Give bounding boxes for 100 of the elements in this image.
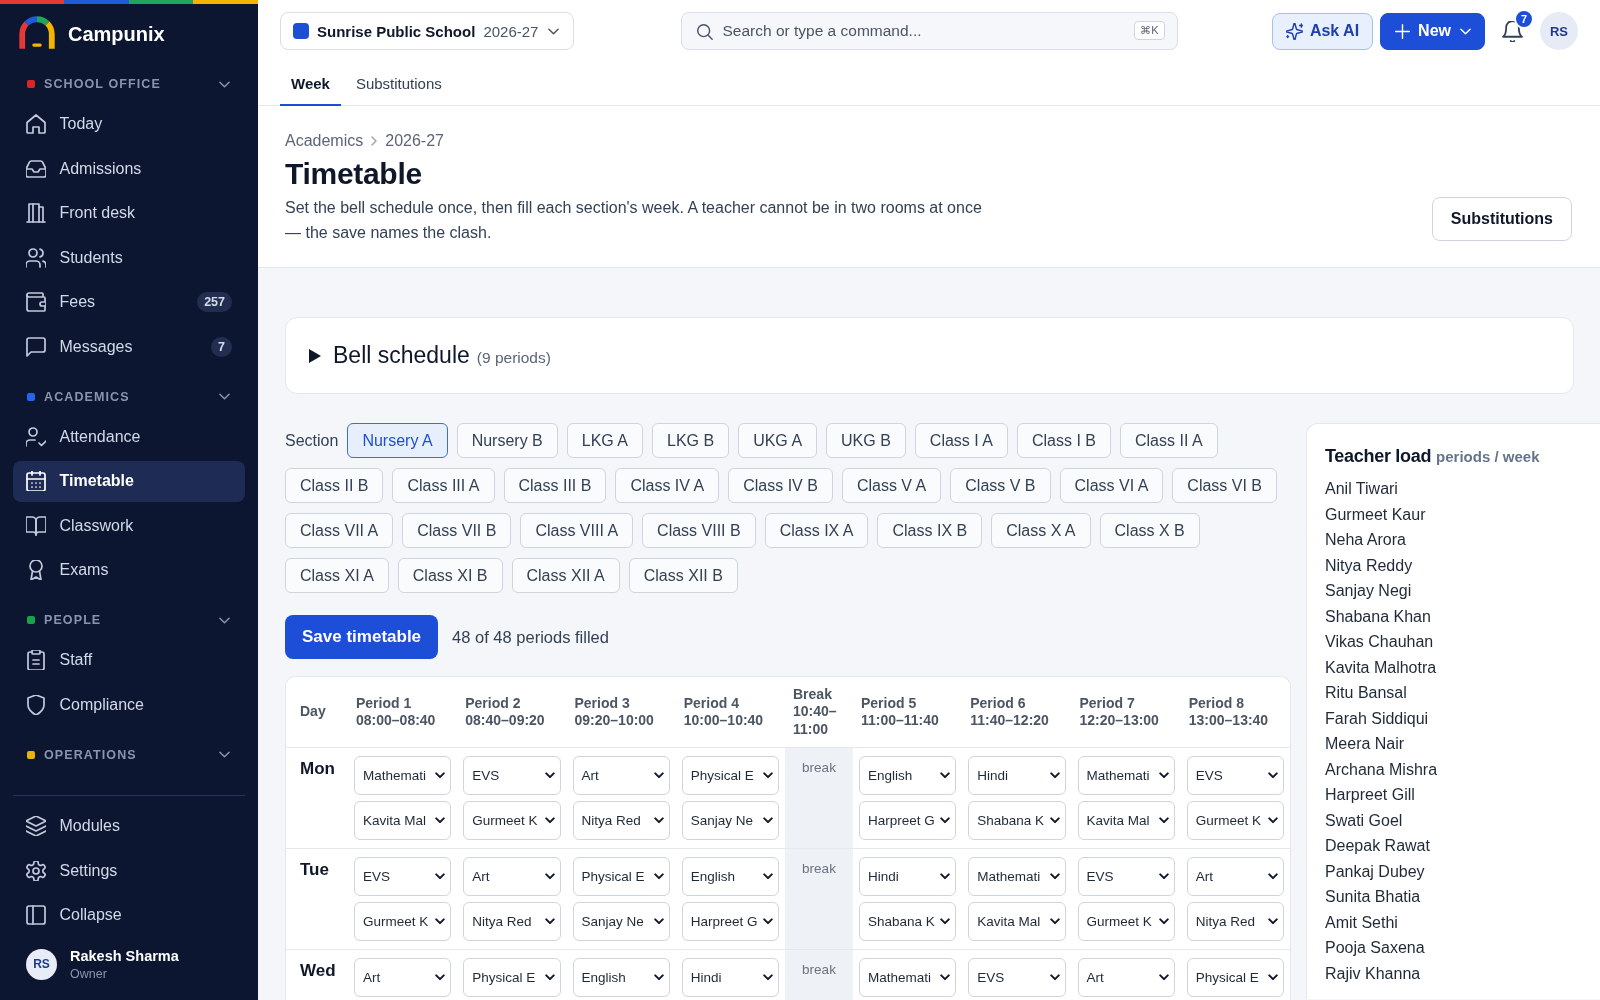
- subject-select[interactable]: EVS: [463, 756, 561, 795]
- new-button[interactable]: New: [1380, 12, 1485, 50]
- teacher-select[interactable]: Gurmeet K: [354, 902, 452, 941]
- nav-item[interactable]: Staff: [13, 639, 245, 681]
- nav-item[interactable]: Settings: [13, 850, 245, 891]
- subject-select[interactable]: EVS: [354, 857, 452, 896]
- section-chip[interactable]: Class II B: [285, 468, 384, 503]
- nav-item[interactable]: Today: [13, 103, 245, 145]
- subject-select[interactable]: Hindi: [968, 756, 1066, 795]
- section-chip[interactable]: Class V A: [841, 468, 942, 503]
- subject-select[interactable]: Mathemati: [1077, 756, 1175, 795]
- section-chip[interactable]: Class XII B: [628, 558, 738, 593]
- subject-select[interactable]: Mathemati: [859, 958, 957, 997]
- nav-item[interactable]: Timetable: [13, 460, 245, 502]
- teacher-select[interactable]: Gurmeet K: [1186, 801, 1284, 840]
- teacher-select[interactable]: Kavita Mal: [354, 801, 452, 840]
- teacher-select[interactable]: Nitya Red: [1186, 902, 1284, 941]
- subject-select[interactable]: Physical E: [1186, 958, 1284, 997]
- section-chip[interactable]: Class III B: [503, 468, 607, 503]
- nav-item[interactable]: Messages 7: [13, 326, 245, 367]
- section-chip[interactable]: Class XI A: [285, 558, 389, 593]
- subject-select[interactable]: EVS: [1186, 756, 1284, 795]
- section-chip[interactable]: Class IV B: [728, 468, 833, 503]
- teacher-select[interactable]: Nitya Red: [463, 902, 561, 941]
- section-chip[interactable]: Class X B: [1099, 513, 1200, 548]
- subject-select[interactable]: Art: [1186, 857, 1284, 896]
- section-chip[interactable]: Class XI B: [397, 558, 503, 593]
- section-chip[interactable]: UKG B: [826, 423, 906, 458]
- section-chip[interactable]: LKG B: [652, 423, 730, 458]
- section-chip[interactable]: Class V B: [950, 468, 1051, 503]
- bell-schedule-panel[interactable]: Bell schedule (9 periods): [285, 317, 1574, 394]
- nav-item[interactable]: Admissions: [13, 148, 245, 189]
- group-header[interactable]: ACADEMICS: [0, 384, 258, 409]
- nav-item[interactable]: Compliance: [13, 684, 245, 725]
- section-chip[interactable]: Class I B: [1017, 423, 1111, 458]
- section-chip[interactable]: Class II A: [1120, 423, 1218, 458]
- teacher-select[interactable]: Kavita Mal: [968, 902, 1066, 941]
- teacher-select[interactable]: Gurmeet K: [463, 801, 561, 840]
- nav-item[interactable]: Attendance: [13, 416, 245, 457]
- tab[interactable]: Substitutions: [344, 62, 453, 106]
- teacher-select[interactable]: Nitya Red: [572, 801, 670, 840]
- school-selector[interactable]: Sunrise Public School 2026-27: [280, 12, 575, 50]
- user-avatar[interactable]: RS: [26, 948, 57, 980]
- subject-select[interactable]: EVS: [1077, 857, 1175, 896]
- section-chip[interactable]: UKG A: [738, 423, 818, 458]
- teacher-select[interactable]: Kavita Mal: [1077, 801, 1175, 840]
- subject-select[interactable]: English: [681, 857, 779, 896]
- teacher-select[interactable]: Shabana K: [968, 801, 1066, 840]
- section-chip[interactable]: Class VI A: [1059, 468, 1164, 503]
- save-button[interactable]: Save timetable: [285, 615, 439, 659]
- teacher-select[interactable]: Harpreet G: [859, 801, 957, 840]
- section-chip[interactable]: Class VIII B: [642, 513, 756, 548]
- subject-select[interactable]: Hindi: [859, 857, 957, 896]
- nav-item[interactable]: Exams: [13, 549, 245, 591]
- bell-icon[interactable]: [1502, 20, 1523, 42]
- ask-ai-button[interactable]: Ask AI: [1271, 12, 1374, 50]
- teacher-select[interactable]: Harpreet G: [681, 902, 779, 941]
- section-chip[interactable]: Nursery A: [347, 423, 448, 458]
- subject-select[interactable]: English: [859, 756, 957, 795]
- subject-select[interactable]: Art: [572, 756, 670, 795]
- substitutions-button[interactable]: Substitutions: [1431, 197, 1572, 241]
- breadcrumb-link[interactable]: Academics: [285, 132, 364, 150]
- nav-item[interactable]: Modules: [13, 805, 245, 847]
- subject-select[interactable]: Mathemati: [968, 857, 1066, 896]
- section-chip[interactable]: LKG A: [566, 423, 643, 458]
- section-chip[interactable]: Nursery B: [456, 423, 558, 458]
- section-chip[interactable]: Class III A: [392, 468, 495, 503]
- section-chip[interactable]: Class IX A: [764, 513, 869, 548]
- teacher-select[interactable]: Sanjay Ne: [572, 902, 670, 941]
- subject-select[interactable]: Hindi: [681, 958, 779, 997]
- section-chip[interactable]: Class IV A: [615, 468, 720, 503]
- section-chip[interactable]: Class VII A: [285, 513, 394, 548]
- section-chip[interactable]: Class VI B: [1172, 468, 1277, 503]
- subject-select[interactable]: Art: [463, 857, 561, 896]
- group-header[interactable]: SCHOOL OFFICE: [0, 72, 258, 96]
- section-chip[interactable]: Class X A: [991, 513, 1091, 548]
- section-chip[interactable]: Class VII B: [402, 513, 512, 548]
- section-chip[interactable]: Class XII A: [511, 558, 620, 593]
- subject-select[interactable]: Physical E: [572, 857, 670, 896]
- section-chip[interactable]: Class VIII A: [520, 513, 634, 548]
- subject-select[interactable]: Mathemati: [354, 756, 452, 795]
- nav-item[interactable]: Students: [13, 237, 245, 278]
- subject-select[interactable]: English: [572, 958, 670, 997]
- section-chip[interactable]: Class IX B: [877, 513, 983, 548]
- subject-select[interactable]: Art: [354, 958, 452, 997]
- nav-item[interactable]: Fees 257: [13, 281, 245, 323]
- group-header[interactable]: PEOPLE: [0, 608, 258, 632]
- teacher-select[interactable]: Shabana K: [859, 902, 957, 941]
- user-avatar[interactable]: RS: [1540, 12, 1578, 50]
- subject-select[interactable]: EVS: [968, 958, 1066, 997]
- section-chip[interactable]: Class I A: [914, 423, 1008, 458]
- group-header[interactable]: OPERATIONS: [0, 742, 258, 767]
- nav-item[interactable]: Front desk: [13, 192, 245, 234]
- nav-item[interactable]: Classwork: [13, 505, 245, 546]
- subject-select[interactable]: Physical E: [681, 756, 779, 795]
- subject-select[interactable]: Art: [1077, 958, 1175, 997]
- subject-select[interactable]: Physical E: [463, 958, 561, 997]
- teacher-select[interactable]: Gurmeet K: [1077, 902, 1175, 941]
- nav-item[interactable]: Collapse: [13, 894, 245, 936]
- teacher-select[interactable]: Sanjay Ne: [681, 801, 779, 840]
